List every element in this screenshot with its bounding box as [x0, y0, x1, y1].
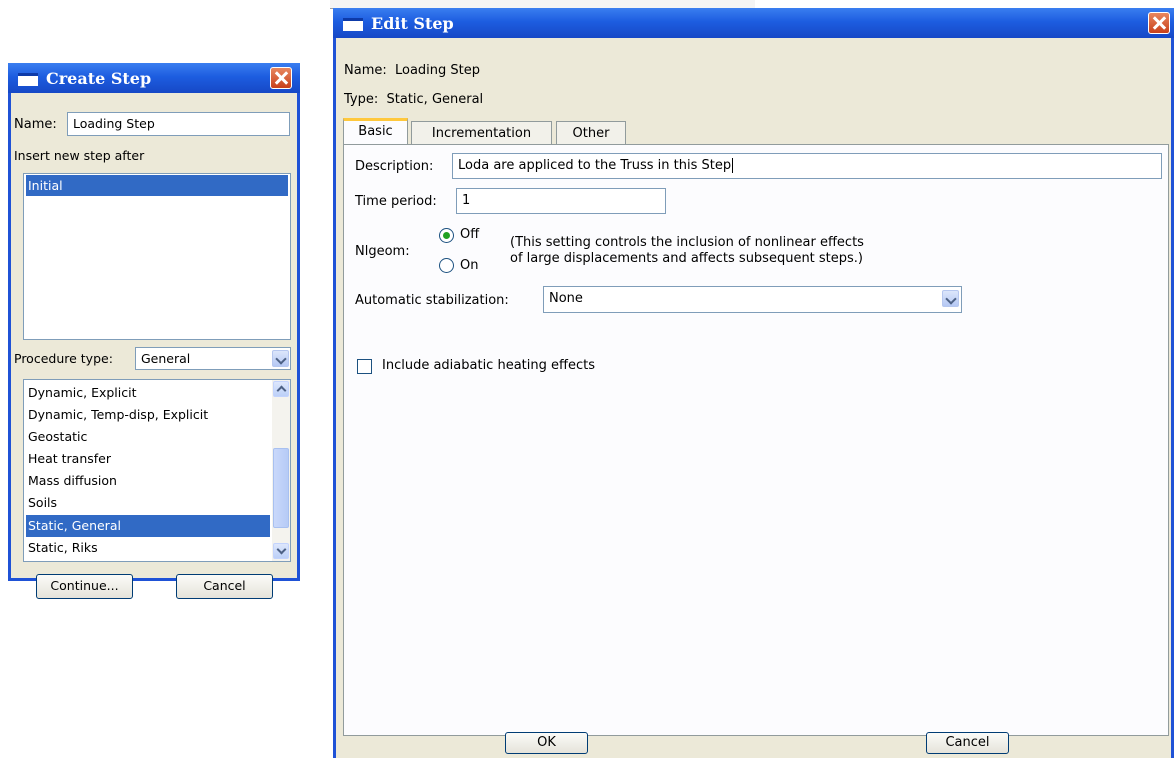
nlgeom-off-radio[interactable] — [439, 228, 454, 243]
scroll-up-icon[interactable] — [273, 381, 289, 397]
procedure-list: Dynamic, Explicit Dynamic, Temp-disp, Ex… — [23, 379, 291, 562]
edit-step-title: Edit Step — [371, 14, 454, 33]
procedure-type-select[interactable]: General — [135, 347, 291, 370]
chevron-down-icon[interactable] — [272, 350, 289, 367]
tab-basic[interactable]: Basic — [343, 118, 408, 145]
continue-button[interactable]: Continue... — [36, 574, 133, 599]
insert-after-label: Insert new step after — [14, 148, 145, 163]
stabilization-value: None — [549, 291, 583, 306]
list-item[interactable]: Initial — [26, 175, 288, 196]
description-input[interactable]: Loda are appliced to the Truss in this S… — [452, 153, 1162, 179]
procedure-list-scrollbar[interactable] — [272, 380, 290, 561]
edit-step-client: Name: Loading Step Type: Static, General… — [336, 38, 1171, 758]
stabilization-select[interactable]: None — [543, 286, 962, 313]
window-icon — [343, 18, 363, 31]
create-step-titlebar[interactable]: Create Step — [8, 63, 300, 93]
step-name-input[interactable]: Loading Step — [67, 112, 290, 136]
procedure-type-label: Procedure type: — [14, 351, 113, 366]
window-icon — [18, 73, 38, 86]
create-step-client: Name: Loading Step Insert new step after… — [11, 93, 297, 599]
step-type-line: Type: Static, General — [344, 92, 484, 107]
procedure-type-value: General — [141, 351, 191, 366]
cancel-button[interactable]: Cancel — [176, 574, 273, 599]
tab-other[interactable]: Other — [556, 121, 626, 145]
tab-incrementation[interactable]: Incrementation — [411, 121, 552, 145]
close-icon[interactable] — [1148, 12, 1170, 34]
create-step-title: Create Step — [46, 69, 152, 88]
edit-step-titlebar[interactable]: Edit Step — [333, 8, 1174, 38]
scrollbar-thumb[interactable] — [273, 448, 289, 528]
list-item[interactable]: Static, Riks — [26, 537, 270, 559]
step-name-line: Name: Loading Step — [344, 63, 481, 78]
adiabatic-checkbox[interactable] — [357, 359, 372, 374]
adiabatic-label: Include adiabatic heating effects — [382, 358, 595, 373]
stabilization-label: Automatic stabilization: — [355, 293, 509, 308]
text-cursor — [732, 158, 734, 173]
list-item[interactable]: Soils — [26, 492, 270, 514]
list-item[interactable]: Dynamic, Explicit — [26, 382, 270, 404]
description-value: Loda are appliced to the Truss in this S… — [458, 158, 732, 173]
nlgeom-note-line-1: (This setting controls the inclusion of … — [510, 235, 864, 250]
nlgeom-on-radio[interactable] — [439, 258, 454, 273]
create-step-window: Create Step Name: Loading Step Insert ne… — [8, 63, 300, 599]
list-item[interactable]: Mass diffusion — [26, 470, 270, 492]
nlgeom-label: Nlgeom: — [355, 244, 410, 259]
list-item[interactable]: Geostatic — [26, 426, 270, 448]
cancel-button[interactable]: Cancel — [926, 732, 1009, 754]
list-item[interactable]: Heat transfer — [26, 448, 270, 470]
chevron-down-icon[interactable] — [942, 290, 959, 307]
description-label: Description: — [355, 159, 434, 174]
existing-steps-list: Initial — [23, 173, 291, 340]
nlgeom-note-line-2: of large displacements and affects subse… — [510, 251, 864, 266]
time-period-input[interactable]: 1 — [456, 188, 666, 214]
close-icon[interactable] — [270, 67, 292, 89]
nlgeom-off-label: Off — [460, 227, 480, 242]
nlgeom-on-label: On — [460, 258, 479, 273]
name-label: Name: — [14, 117, 57, 132]
tab-panel: Description: Loda are appliced to the Tr… — [343, 144, 1169, 736]
edit-step-window: Edit Step Name: Loading Step Type: Stati… — [333, 8, 1174, 758]
ok-button[interactable]: OK — [505, 732, 588, 754]
list-item-selected[interactable]: Static, General — [26, 515, 270, 537]
time-period-label: Time period: — [355, 194, 437, 209]
scroll-down-icon[interactable] — [273, 543, 289, 559]
list-item[interactable]: Dynamic, Temp-disp, Explicit — [26, 404, 270, 426]
